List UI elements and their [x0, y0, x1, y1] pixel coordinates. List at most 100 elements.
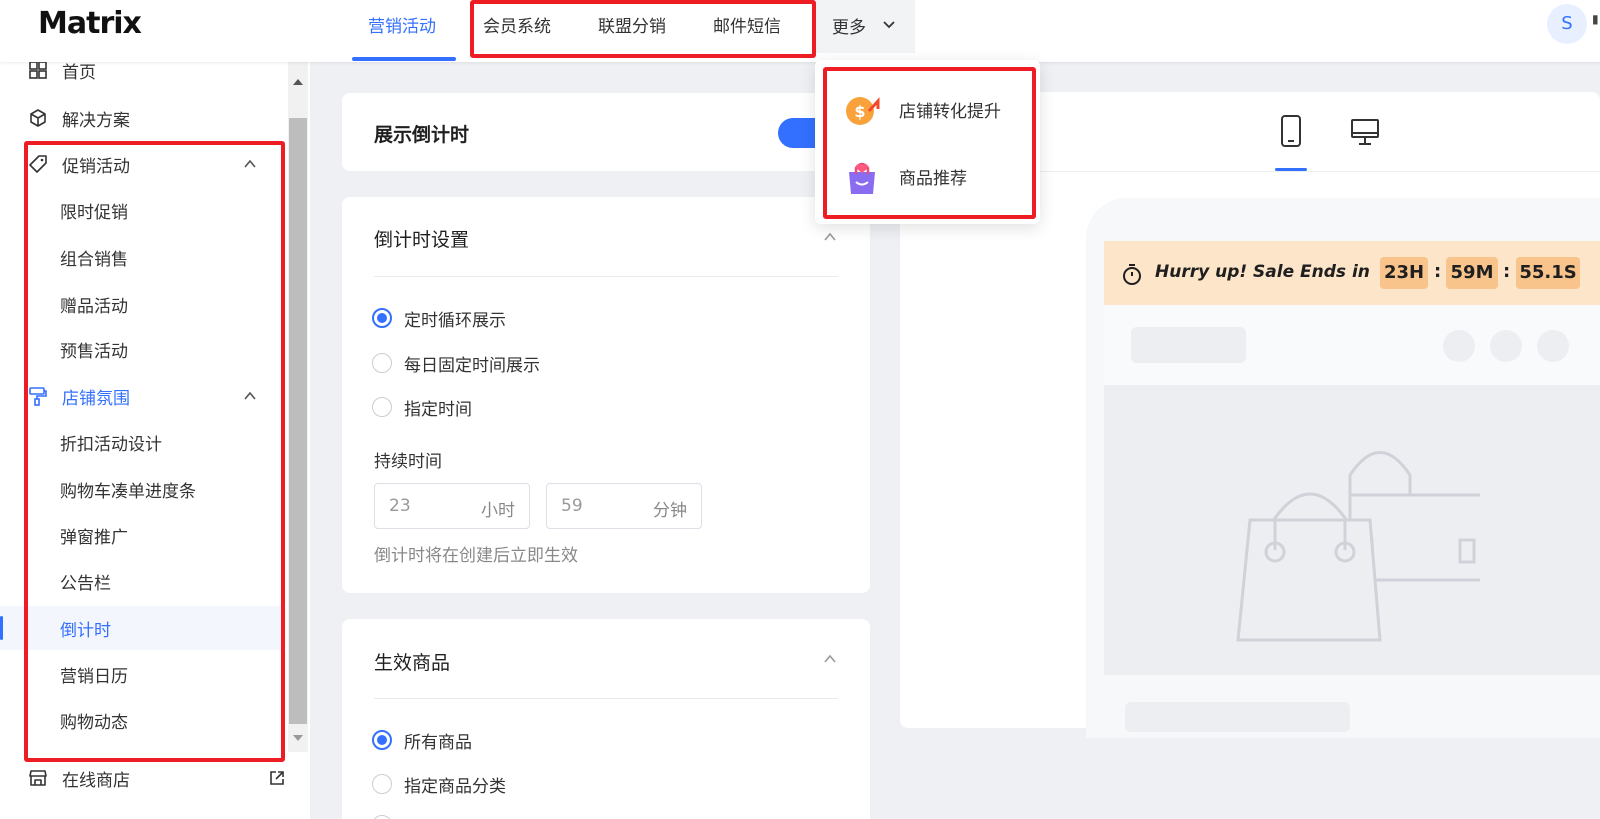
stopwatch-icon [1123, 264, 1141, 285]
nav-tab-membership[interactable]: 会员系统 [483, 12, 551, 37]
sidebar-item-label: 弹窗推广 [60, 528, 128, 548]
sidebar-item-discount-design[interactable]: 折扣活动设计 [0, 420, 285, 464]
preview-divider [1030, 171, 1600, 172]
shopping-bag-icon [849, 162, 875, 194]
radio-button[interactable] [372, 397, 392, 417]
sidebar-item-solutions[interactable]: 解决方案 [0, 96, 285, 140]
section-divider [374, 698, 838, 699]
tag-icon [29, 155, 47, 173]
chevron-up-icon [244, 391, 256, 400]
chevron-down-icon [883, 21, 895, 29]
section-divider [374, 276, 838, 277]
radio-button[interactable] [372, 730, 392, 750]
dropdown-item-product-recommend[interactable]: 商品推荐 [815, 146, 1040, 206]
sidebar-item-label: 解决方案 [62, 111, 130, 131]
countdown-banner-text: Hurry up! Sale Ends in [1155, 262, 1370, 282]
dropdown-item-label: 店铺转化提升 [899, 102, 1001, 122]
sidebar-item-popup[interactable]: 弹窗推广 [0, 513, 285, 557]
chevron-up-icon [244, 159, 256, 168]
sidebar-item-promotions[interactable]: 促销活动 [0, 142, 285, 186]
sidebar-item-label: 店铺氛围 [62, 389, 130, 409]
radio-button[interactable] [372, 774, 392, 794]
dropdown-item-store-conversion[interactable]: $ 店铺转化提升 [815, 79, 1040, 139]
sidebar-item-label: 公告栏 [60, 574, 111, 594]
sidebar-item-presale[interactable]: 预售活动 [0, 327, 285, 371]
effective-products-title: 生效商品 [374, 652, 451, 674]
sidebar-item-label: 购物动态 [60, 713, 128, 733]
sidebar-item-countdown[interactable]: 倒计时 [0, 606, 285, 650]
sidebar-item-flash-sale[interactable]: 限时促销 [0, 188, 285, 232]
sidebar-item-online-store[interactable]: 在线商店 [0, 756, 300, 800]
sidebar-item-bundle-sale[interactable]: 组合销售 [0, 235, 285, 279]
sidebar-item-label: 营销日历 [60, 667, 128, 687]
nav-tab-email-sms[interactable]: 邮件短信 [713, 12, 781, 37]
radio-label: 所有商品 [404, 733, 472, 753]
sidebar-item-cart-progress[interactable]: 购物车凑单进度条 [0, 467, 285, 511]
external-link-icon[interactable] [268, 769, 286, 787]
sidebar-item-label: 促销活动 [62, 157, 130, 177]
radio-label: 每日固定时间展示 [404, 356, 540, 376]
sidebar-item-label: 倒计时 [60, 621, 111, 641]
hours-input[interactable]: 23 小时 [374, 483, 530, 529]
sidebar-item-announcement[interactable]: 公告栏 [0, 559, 285, 603]
nav-tab-affiliate[interactable]: 联盟分销 [598, 12, 666, 37]
active-indicator [0, 616, 3, 640]
logo[interactable]: Matrix [38, 6, 142, 41]
nav-tab-marketing[interactable]: 营销活动 [368, 12, 436, 37]
top-header: Matrix 营销活动 会员系统 联盟分销 邮件短信 更多 S ▮ [0, 0, 1600, 62]
collapse-chevron-icon[interactable] [822, 229, 838, 245]
home-icon [29, 61, 47, 79]
countdown-separator: : [1503, 261, 1511, 282]
collapse-chevron-icon[interactable] [822, 651, 838, 667]
svg-text:$: $ [854, 102, 865, 121]
sidebar-item-label: 购物车凑单进度条 [60, 482, 196, 502]
hours-value: 23 [389, 496, 411, 516]
sidebar-item-shopping-activity[interactable]: 购物动态 [0, 698, 285, 742]
user-name-truncated: ▮ [1592, 12, 1599, 26]
preview-bottom-placeholder [1125, 702, 1350, 732]
sidebar-item-label: 在线商店 [62, 771, 130, 791]
scroll-up-arrow-icon[interactable] [293, 79, 303, 85]
paint-roller-icon [29, 387, 47, 406]
desktop-preview-icon[interactable] [1350, 118, 1380, 146]
sidebar-scroll-thumb[interactable] [289, 118, 307, 724]
minutes-unit: 分钟 [653, 501, 687, 521]
radio-label: 定时循环展示 [404, 311, 506, 331]
duration-label: 持续时间 [374, 452, 442, 472]
sidebar-item-label: 限时促销 [60, 203, 128, 223]
countdown-hint: 倒计时将在创建后立即生效 [374, 546, 578, 566]
more-dropdown-menu: $ 店铺转化提升 商品推荐 [815, 60, 1040, 224]
minutes-value: 59 [561, 496, 583, 516]
sidebar: 首页 解决方案 促销活动 限时促销 组合销售 赠品活动 预售活动 店铺氛围 折扣… [0, 61, 310, 819]
radio-label: 指定商品分类 [404, 777, 506, 797]
sidebar-item-label: 赠品活动 [60, 297, 128, 317]
countdown-hours: 23H [1380, 257, 1428, 289]
countdown-separator: : [1434, 261, 1442, 282]
store-icon [29, 770, 47, 786]
minutes-input[interactable]: 59 分钟 [546, 483, 702, 529]
more-label: 更多 [832, 18, 866, 38]
preview-logo-placeholder [1131, 327, 1246, 363]
sidebar-item-gift[interactable]: 赠品活动 [0, 282, 285, 326]
preview-icon-placeholder [1490, 330, 1522, 362]
more-menu-button[interactable]: 更多 [815, 0, 915, 53]
preview-icon-placeholder [1537, 330, 1569, 362]
cube-icon [30, 109, 46, 127]
sidebar-item-marketing-calendar[interactable]: 营销日历 [0, 652, 285, 696]
hours-unit: 小时 [481, 501, 515, 521]
dropdown-item-label: 商品推荐 [899, 169, 967, 189]
radio-button[interactable] [372, 308, 392, 328]
radio-label: 指定时间 [404, 400, 472, 420]
coin-up-icon: $ [846, 97, 880, 125]
sidebar-item-label: 折扣活动设计 [60, 435, 162, 455]
radio-button[interactable] [372, 353, 392, 373]
sidebar-item-label: 预售活动 [60, 342, 128, 362]
mobile-preview-icon[interactable] [1279, 114, 1303, 148]
nav-active-indicator [352, 57, 456, 61]
scroll-down-arrow-icon[interactable] [293, 735, 303, 741]
countdown-settings-title: 倒计时设置 [374, 229, 470, 251]
avatar[interactable]: S [1547, 4, 1587, 44]
countdown-seconds: 55.1S [1516, 257, 1580, 289]
sidebar-item-store-atmosphere[interactable]: 店铺氛围 [0, 374, 285, 418]
preview-icon-placeholder [1443, 330, 1475, 362]
